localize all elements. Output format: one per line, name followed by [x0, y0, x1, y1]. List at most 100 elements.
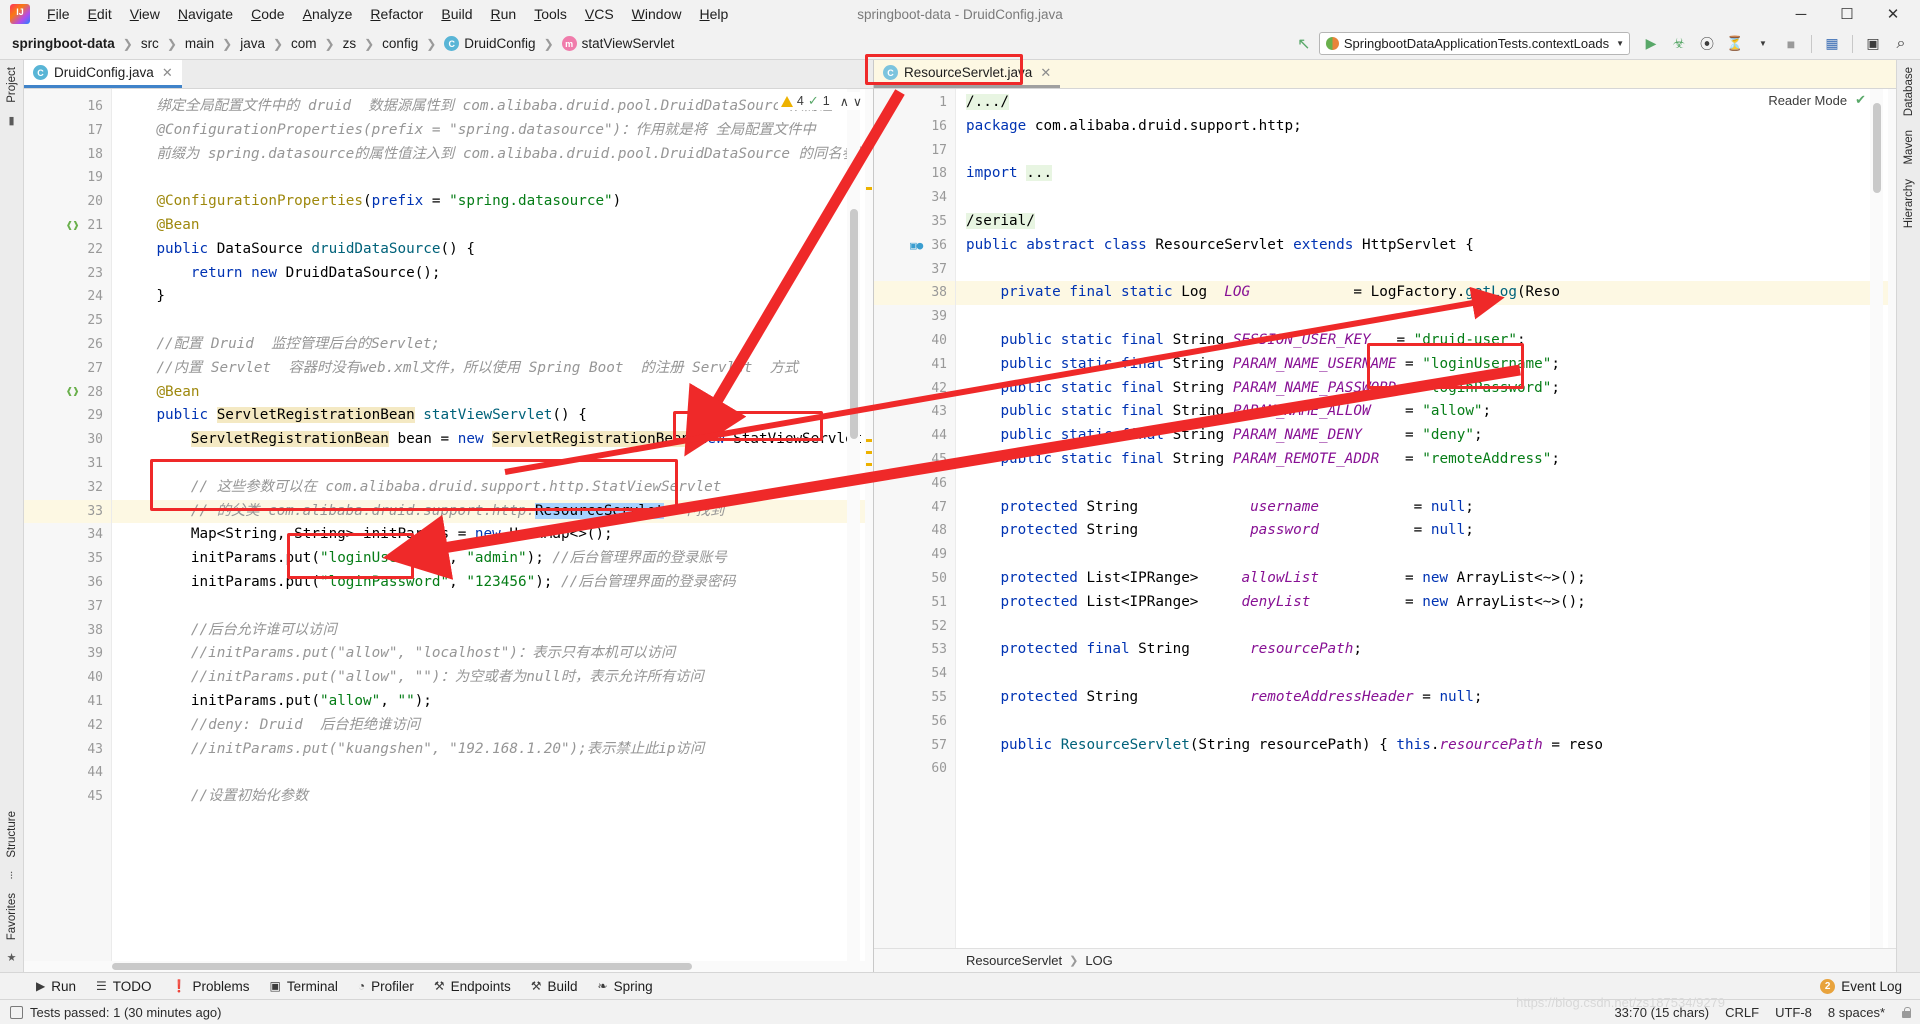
code-line[interactable]: 前缀为 spring.datasource的属性值注入到 com.alibaba…: [112, 143, 873, 167]
line-number[interactable]: 47: [874, 496, 955, 520]
code-line[interactable]: [956, 662, 1896, 686]
code-line[interactable]: import ...: [956, 162, 1896, 186]
maximize-icon[interactable]: ☐: [1824, 0, 1870, 28]
reader-mode-indicator[interactable]: Reader Mode ✔: [1768, 92, 1866, 108]
editor-body-left[interactable]: 1617181920▽❰❱21▽22▽2324▽2526▽27▽❰❱2829▽3…: [24, 89, 873, 972]
line-number[interactable]: 29▽: [24, 404, 121, 428]
code-line[interactable]: // 的父类 com.alibaba.druid.support.http.Re…: [112, 499, 873, 524]
close-icon[interactable]: ✕: [1870, 0, 1916, 28]
code-line[interactable]: protected String remoteAddressHeader = n…: [956, 686, 1896, 710]
line-number[interactable]: 35: [24, 547, 111, 571]
code-line[interactable]: @Bean: [112, 214, 873, 238]
sidebar-item-project[interactable]: Project: [2, 60, 22, 110]
line-number[interactable]: 17: [874, 139, 955, 163]
vertical-scrollbar-right[interactable]: [1870, 89, 1883, 948]
code-line[interactable]: [956, 543, 1896, 567]
line-number[interactable]: 39: [874, 305, 955, 329]
code-line[interactable]: package com.alibaba.druid.support.http;: [956, 115, 1896, 139]
code-line[interactable]: protected final String resourcePath;: [956, 638, 1896, 662]
line-number[interactable]: 37: [24, 595, 111, 619]
line-number[interactable]: 34: [874, 186, 955, 210]
code-line[interactable]: [112, 166, 873, 190]
code-line[interactable]: /serial/: [956, 210, 1896, 234]
menu-item-tools[interactable]: Tools: [525, 3, 576, 25]
line-number[interactable]: 45: [874, 448, 955, 472]
toolwindow-endpoints[interactable]: ⚒ Endpoints: [424, 977, 521, 996]
code-line[interactable]: [112, 452, 873, 476]
code-line[interactable]: [956, 615, 1896, 639]
breadcrumb-item-main[interactable]: main: [183, 35, 216, 52]
prev-problem-icon[interactable]: ∧: [840, 94, 849, 109]
line-number[interactable]: ▣● 36: [874, 234, 955, 258]
code-line[interactable]: Map<String, String> initParams = new Has…: [112, 523, 873, 547]
breadcrumb-item-druidconfig[interactable]: C DruidConfig: [442, 35, 537, 52]
code-line[interactable]: public DataSource druidDataSource() {: [112, 238, 873, 262]
breadcrumb-item-zs[interactable]: zs: [341, 35, 359, 52]
code-line[interactable]: [956, 710, 1896, 734]
minimize-icon[interactable]: ─: [1778, 0, 1824, 28]
line-number[interactable]: 19: [24, 166, 111, 190]
toolwindow-run[interactable]: ▶ Run: [26, 977, 86, 996]
line-number[interactable]: 26▽: [24, 333, 121, 357]
menu-item-window[interactable]: Window: [623, 3, 691, 25]
sidebar-item-maven[interactable]: Maven: [1899, 123, 1919, 172]
toolwindow-build[interactable]: ⚒ Build: [521, 977, 588, 996]
star-icon[interactable]: ★: [7, 947, 17, 972]
caret-position[interactable]: 33:70 (15 chars): [1614, 1005, 1709, 1020]
breadcrumb-item-config[interactable]: config: [380, 35, 420, 52]
code-line[interactable]: [956, 472, 1896, 496]
menu-item-vcs[interactable]: VCS: [576, 3, 623, 25]
line-number[interactable]: 38▽: [24, 619, 121, 643]
profiler-dropdown-icon[interactable]: ▼: [1750, 31, 1776, 57]
code-line[interactable]: // 这些参数可以在 com.alibaba.druid.support.htt…: [112, 476, 873, 500]
indent-setting[interactable]: 8 spaces*: [1828, 1005, 1885, 1020]
search-everywhere-button[interactable]: ⌕: [1888, 31, 1914, 57]
close-icon[interactable]: ✕: [1040, 65, 1051, 81]
line-number[interactable]: 36: [24, 571, 111, 595]
code-line[interactable]: //配置 Druid 监控管理后台的Servlet;: [112, 333, 873, 357]
line-number[interactable]: 31: [24, 452, 111, 476]
toolwindow-terminal[interactable]: ▣ Terminal: [260, 977, 348, 996]
lock-icon[interactable]: [1901, 1006, 1912, 1019]
marker-stripe-right[interactable]: [1888, 89, 1896, 948]
scrollbar-thumb-h[interactable]: [112, 963, 692, 970]
vcs-arrow-icon[interactable]: ↖: [1291, 31, 1317, 57]
code-line[interactable]: //deny: Druid 后台拒绝谁访问: [112, 714, 873, 738]
inspection-widget[interactable]: 4 ✓ 1 ∧ ∨: [777, 92, 865, 110]
menu-item-file[interactable]: File: [38, 3, 79, 25]
menu-item-navigate[interactable]: Navigate: [169, 3, 242, 25]
marker-warning-2[interactable]: [866, 439, 872, 442]
menu-item-build[interactable]: Build: [432, 3, 481, 25]
line-number[interactable]: 48: [874, 519, 955, 543]
run-with-coverage-button[interactable]: ⦿: [1694, 31, 1720, 57]
marker-warning[interactable]: [866, 187, 872, 190]
code-line[interactable]: //设置初始化参数: [112, 785, 873, 809]
code-line[interactable]: public static final String PARAM_NAME_DE…: [956, 424, 1896, 448]
line-number[interactable]: 25: [24, 309, 111, 333]
breadcrumb-item-springboot-data[interactable]: springboot-data: [10, 35, 117, 52]
code-line[interactable]: //initParams.put("allow", "localhost")：表…: [112, 642, 873, 666]
gutter-right[interactable]: 1▽ 16 17 18▽ 34 35 ▣● 36 37 38 39 40 41 42 43 44 45 46 47 4…: [874, 89, 965, 948]
code-line[interactable]: public static final String PARAM_NAME_PA…: [956, 377, 1896, 401]
line-number[interactable]: 56: [874, 710, 955, 734]
code-area-left[interactable]: 绑定全局配置文件中的 druid 数据源属性到 com.alibaba.drui…: [112, 89, 873, 972]
code-line[interactable]: 绑定全局配置文件中的 druid 数据源属性到 com.alibaba.drui…: [112, 95, 873, 119]
code-line[interactable]: }: [112, 285, 873, 309]
line-number[interactable]: 38: [874, 281, 955, 306]
line-number[interactable]: 18▽: [874, 162, 965, 186]
line-number[interactable]: 53: [874, 638, 955, 662]
file-encoding[interactable]: UTF-8: [1775, 1005, 1812, 1020]
chevron-down-icon[interactable]: ▼: [1616, 39, 1624, 48]
line-number[interactable]: 27▽: [24, 357, 121, 381]
menu-item-help[interactable]: Help: [690, 3, 737, 25]
line-number[interactable]: 32▽: [24, 476, 121, 500]
gutter-left[interactable]: 1617181920▽❰❱21▽22▽2324▽2526▽27▽❰❱2829▽3…: [24, 89, 121, 972]
line-number[interactable]: 55: [874, 686, 955, 710]
line-number[interactable]: 60: [874, 757, 955, 781]
code-line[interactable]: public ServletRegistrationBean statViewS…: [112, 404, 873, 428]
menu-item-view[interactable]: View: [121, 3, 169, 25]
code-line[interactable]: public static final String PARAM_REMOTE_…: [956, 448, 1896, 472]
code-line[interactable]: [112, 309, 873, 333]
line-number[interactable]: 1▽: [874, 91, 965, 115]
spring-bean-gutter-icon[interactable]: ❰❱: [66, 214, 79, 238]
